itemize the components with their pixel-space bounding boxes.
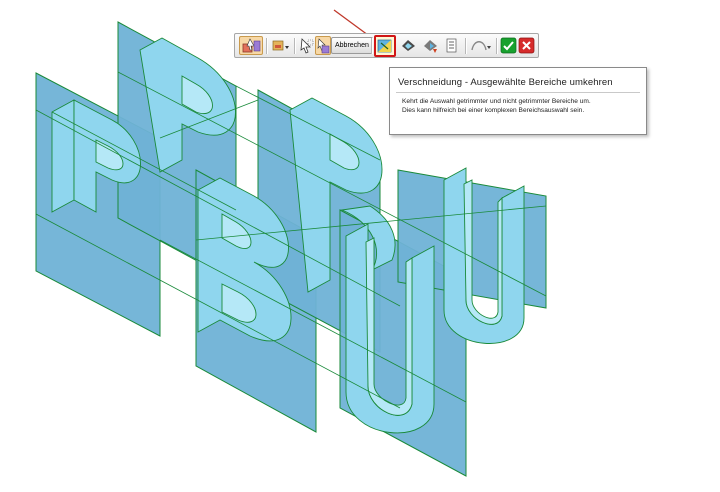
arc-options-icon bbox=[471, 41, 491, 51]
reverse-selection-icon bbox=[377, 39, 392, 53]
selection-filter-icon bbox=[272, 40, 289, 51]
select-tool-button[interactable] bbox=[239, 36, 263, 55]
list-button[interactable] bbox=[442, 36, 461, 55]
cancel-icon bbox=[518, 37, 535, 54]
cancel-button[interactable] bbox=[517, 36, 536, 55]
tooltip-line-2: Dies kann hilfreich bei einer komplexen … bbox=[402, 107, 585, 114]
letter-p-solid bbox=[51, 99, 75, 213]
extend-region-icon bbox=[424, 40, 437, 53]
accept-button[interactable] bbox=[499, 36, 518, 55]
tooltip-divider bbox=[396, 92, 640, 93]
trim-region-button[interactable] bbox=[399, 36, 418, 55]
list-icon bbox=[446, 38, 457, 53]
selection-mode-icon bbox=[317, 38, 330, 54]
tooltip: Verschneidung - Ausgewählte Bereiche umk… bbox=[389, 67, 647, 135]
selection-mode-button[interactable] bbox=[315, 36, 331, 55]
selection-filter-button[interactable] bbox=[270, 36, 292, 55]
accept-icon bbox=[500, 37, 517, 54]
select-cursor-button[interactable] bbox=[297, 36, 316, 55]
tooltip-body: Kehrt die Auswahl getrimmter und nicht g… bbox=[402, 97, 642, 115]
cancel-text-button[interactable]: Abbrechen bbox=[331, 37, 373, 54]
reverse-selection-button[interactable] bbox=[374, 35, 396, 57]
select-cursor-icon bbox=[300, 38, 314, 54]
arc-options-button[interactable] bbox=[469, 36, 493, 55]
tooltip-line-1: Kehrt die Auswahl getrimmter und nicht g… bbox=[402, 98, 591, 105]
command-bar: Abbrechen bbox=[234, 33, 539, 58]
trim-region-icon bbox=[402, 40, 415, 51]
extend-region-button[interactable] bbox=[421, 36, 440, 55]
select-tool-icon bbox=[242, 38, 261, 53]
tooltip-title: Verschneidung - Ausgewählte Bereiche umk… bbox=[398, 77, 613, 88]
